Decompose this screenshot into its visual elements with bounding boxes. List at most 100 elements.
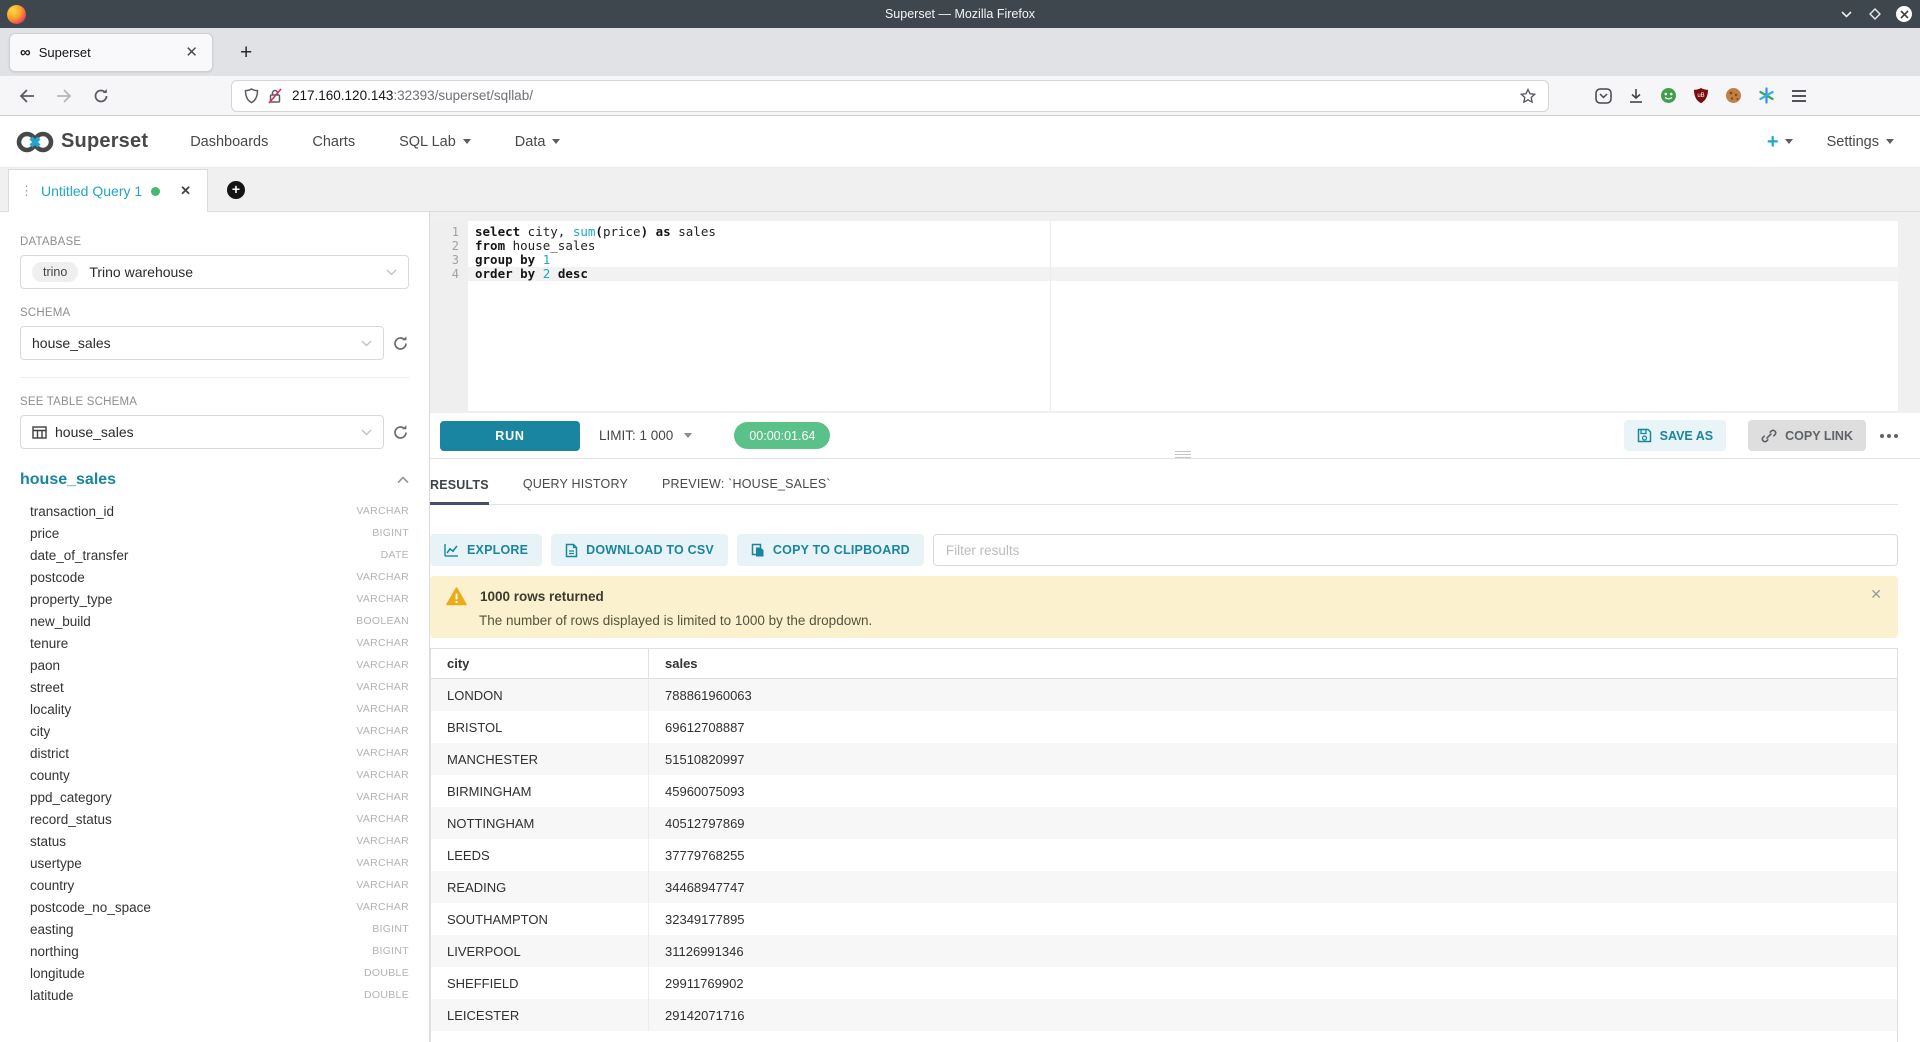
chart-icon xyxy=(444,543,459,557)
column-row[interactable]: districtVARCHAR xyxy=(20,742,409,764)
column-row[interactable]: new_buildBOOLEAN xyxy=(20,610,409,632)
tab-query-history[interactable]: QUERY HISTORY xyxy=(523,477,628,504)
column-row[interactable]: latitudeDOUBLE xyxy=(20,984,409,1006)
table-row[interactable]: MANCHESTER51510820997 xyxy=(431,743,1897,775)
save-as-button[interactable]: SAVE AS xyxy=(1624,420,1727,451)
window-close-icon[interactable] xyxy=(1896,6,1912,22)
add-query-tab-button[interactable]: + xyxy=(227,181,245,199)
refresh-table-icon[interactable] xyxy=(392,424,409,441)
window-title: Superset — Mozilla Firefox xyxy=(0,7,1920,21)
column-row[interactable]: longitudeDOUBLE xyxy=(20,962,409,984)
results-actions: EXPLORE DOWNLOAD TO CSV COPY TO CLIPBOAR… xyxy=(430,534,1898,566)
schema-select[interactable]: house_sales xyxy=(20,326,384,360)
clipboard-icon xyxy=(751,543,765,558)
tab-preview-house-sales[interactable]: PREVIEW: `HOUSE_SALES` xyxy=(662,477,831,504)
column-row[interactable]: property_typeVARCHAR xyxy=(20,588,409,610)
tab-results[interactable]: RESULTS xyxy=(430,478,489,505)
schema-label: SCHEMA xyxy=(20,307,409,319)
browser-tab-superset[interactable]: ∞ Superset ✕ xyxy=(9,33,213,72)
download-csv-button[interactable]: DOWNLOAD TO CSV xyxy=(551,534,728,566)
alert-close-icon[interactable]: ✕ xyxy=(1870,586,1882,603)
column-row[interactable]: date_of_transferDATE xyxy=(20,544,409,566)
sql-editor[interactable]: 1 2 3 4 select city, sum(price) as sales… xyxy=(430,221,1898,411)
table-row[interactable]: READING34468947747 xyxy=(431,871,1897,903)
column-row[interactable]: usertypeVARCHAR xyxy=(20,852,409,874)
cookie-extension-icon[interactable] xyxy=(1725,87,1742,104)
column-row[interactable]: paonVARCHAR xyxy=(20,654,409,676)
explore-button[interactable]: EXPLORE xyxy=(430,534,542,566)
bookmark-star-icon[interactable] xyxy=(1520,88,1536,104)
run-button[interactable]: RUN xyxy=(440,421,580,451)
table-row[interactable]: LIVERPOOL31126991346 xyxy=(431,935,1897,967)
back-icon[interactable] xyxy=(17,86,37,106)
column-row[interactable]: countryVARCHAR xyxy=(20,874,409,896)
ublock-extension-icon[interactable]: uB xyxy=(1693,87,1709,104)
column-row[interactable]: streetVARCHAR xyxy=(20,676,409,698)
reload-icon[interactable] xyxy=(91,86,111,106)
query-tab-untitled-1[interactable]: ⋮ Untitled Query 1 ✕ xyxy=(8,169,208,212)
nav-item-charts[interactable]: Charts xyxy=(312,134,355,150)
column-row[interactable]: ppd_categoryVARCHAR xyxy=(20,786,409,808)
column-row[interactable]: tenureVARCHAR xyxy=(20,632,409,654)
table-row[interactable]: BIRMINGHAM45960075093 xyxy=(431,775,1897,807)
nav-item-dashboards[interactable]: Dashboards xyxy=(190,134,268,150)
column-row[interactable]: priceBIGINT xyxy=(20,522,409,544)
settings-menu[interactable]: Settings xyxy=(1827,134,1894,150)
window-maximize-icon[interactable] xyxy=(1867,6,1883,22)
copy-link-button[interactable]: COPY LINK xyxy=(1748,420,1866,451)
code-area[interactable]: select city, sum(price) as sales from ho… xyxy=(468,225,1898,281)
download-icon[interactable] xyxy=(1628,88,1644,104)
table-row[interactable]: LEICESTER29142071716 xyxy=(431,999,1897,1031)
table-row[interactable]: SOUTHAMPTON32349177895 xyxy=(431,903,1897,935)
see-table-schema-label: SEE TABLE SCHEMA xyxy=(20,396,409,408)
chevron-up-icon[interactable] xyxy=(397,476,409,484)
column-row[interactable]: postcode_no_spaceVARCHAR xyxy=(20,896,409,918)
pocket-icon[interactable] xyxy=(1595,88,1612,104)
copy-to-clipboard-button[interactable]: COPY TO CLIPBOARD xyxy=(737,534,924,566)
column-row[interactable]: localityVARCHAR xyxy=(20,698,409,720)
privacy-mask-extension-icon[interactable] xyxy=(1660,87,1677,104)
more-options-icon[interactable] xyxy=(1880,434,1898,438)
nav-item-data[interactable]: Data xyxy=(515,134,561,150)
refresh-schema-icon[interactable] xyxy=(392,335,409,352)
database-select[interactable]: trino Trino warehouse xyxy=(20,255,409,289)
column-row[interactable]: eastingBIGINT xyxy=(20,918,409,940)
code-line-4: order by 2 desc xyxy=(468,267,1898,281)
insecure-lock-icon[interactable] xyxy=(268,88,282,104)
window-minimize-icon[interactable] xyxy=(1838,6,1854,22)
url-bar[interactable]: 217.160.120.143:32393/superset/sqllab/ xyxy=(231,80,1549,112)
new-tab-button[interactable]: + xyxy=(240,42,252,63)
filter-results-input[interactable] xyxy=(933,534,1898,566)
column-header-city[interactable]: city xyxy=(431,649,649,678)
table-row[interactable]: SHEFFIELD29911769902 xyxy=(431,967,1897,999)
column-header-sales[interactable]: sales xyxy=(649,649,1897,678)
forward-icon[interactable] xyxy=(54,86,74,106)
column-row[interactable]: postcodeVARCHAR xyxy=(20,566,409,588)
add-new-button[interactable]: + xyxy=(1767,132,1793,152)
colorful-asterisk-extension-icon[interactable] xyxy=(1758,87,1775,104)
table-row[interactable]: BRISTOL69612708887 xyxy=(431,711,1897,743)
hamburger-menu-icon[interactable] xyxy=(1791,89,1807,103)
table-row[interactable]: LONDON788861960063 xyxy=(431,679,1897,711)
column-row[interactable]: transaction_idVARCHAR xyxy=(20,500,409,522)
table-row[interactable]: LEEDS37779768255 xyxy=(431,839,1897,871)
tracking-shield-icon[interactable] xyxy=(244,88,259,104)
divider xyxy=(20,377,409,378)
table-select[interactable]: house_sales xyxy=(20,415,384,449)
column-row[interactable]: statusVARCHAR xyxy=(20,830,409,852)
drag-handle-icon[interactable]: ⋮ xyxy=(20,183,32,199)
column-row[interactable]: cityVARCHAR xyxy=(20,720,409,742)
column-row[interactable]: countyVARCHAR xyxy=(20,764,409,786)
limit-dropdown[interactable]: LIMIT: 1 000 xyxy=(599,428,692,443)
window-titlebar: Superset — Mozilla Firefox xyxy=(0,0,1920,28)
table-schema-title[interactable]: house_sales xyxy=(20,471,116,489)
table-row[interactable]: NOTTINGHAM40512797869 xyxy=(431,807,1897,839)
column-row[interactable]: record_statusVARCHAR xyxy=(20,808,409,830)
tab-close-icon[interactable]: ✕ xyxy=(181,43,202,62)
column-row[interactable]: northingBIGINT xyxy=(20,940,409,962)
chevron-down-icon xyxy=(361,340,372,347)
superset-logo[interactable]: Superset xyxy=(14,129,148,155)
nav-item-sql-lab[interactable]: SQL Lab xyxy=(399,134,471,150)
chevron-down-icon xyxy=(684,433,692,438)
query-tab-close-icon[interactable]: ✕ xyxy=(180,183,191,199)
